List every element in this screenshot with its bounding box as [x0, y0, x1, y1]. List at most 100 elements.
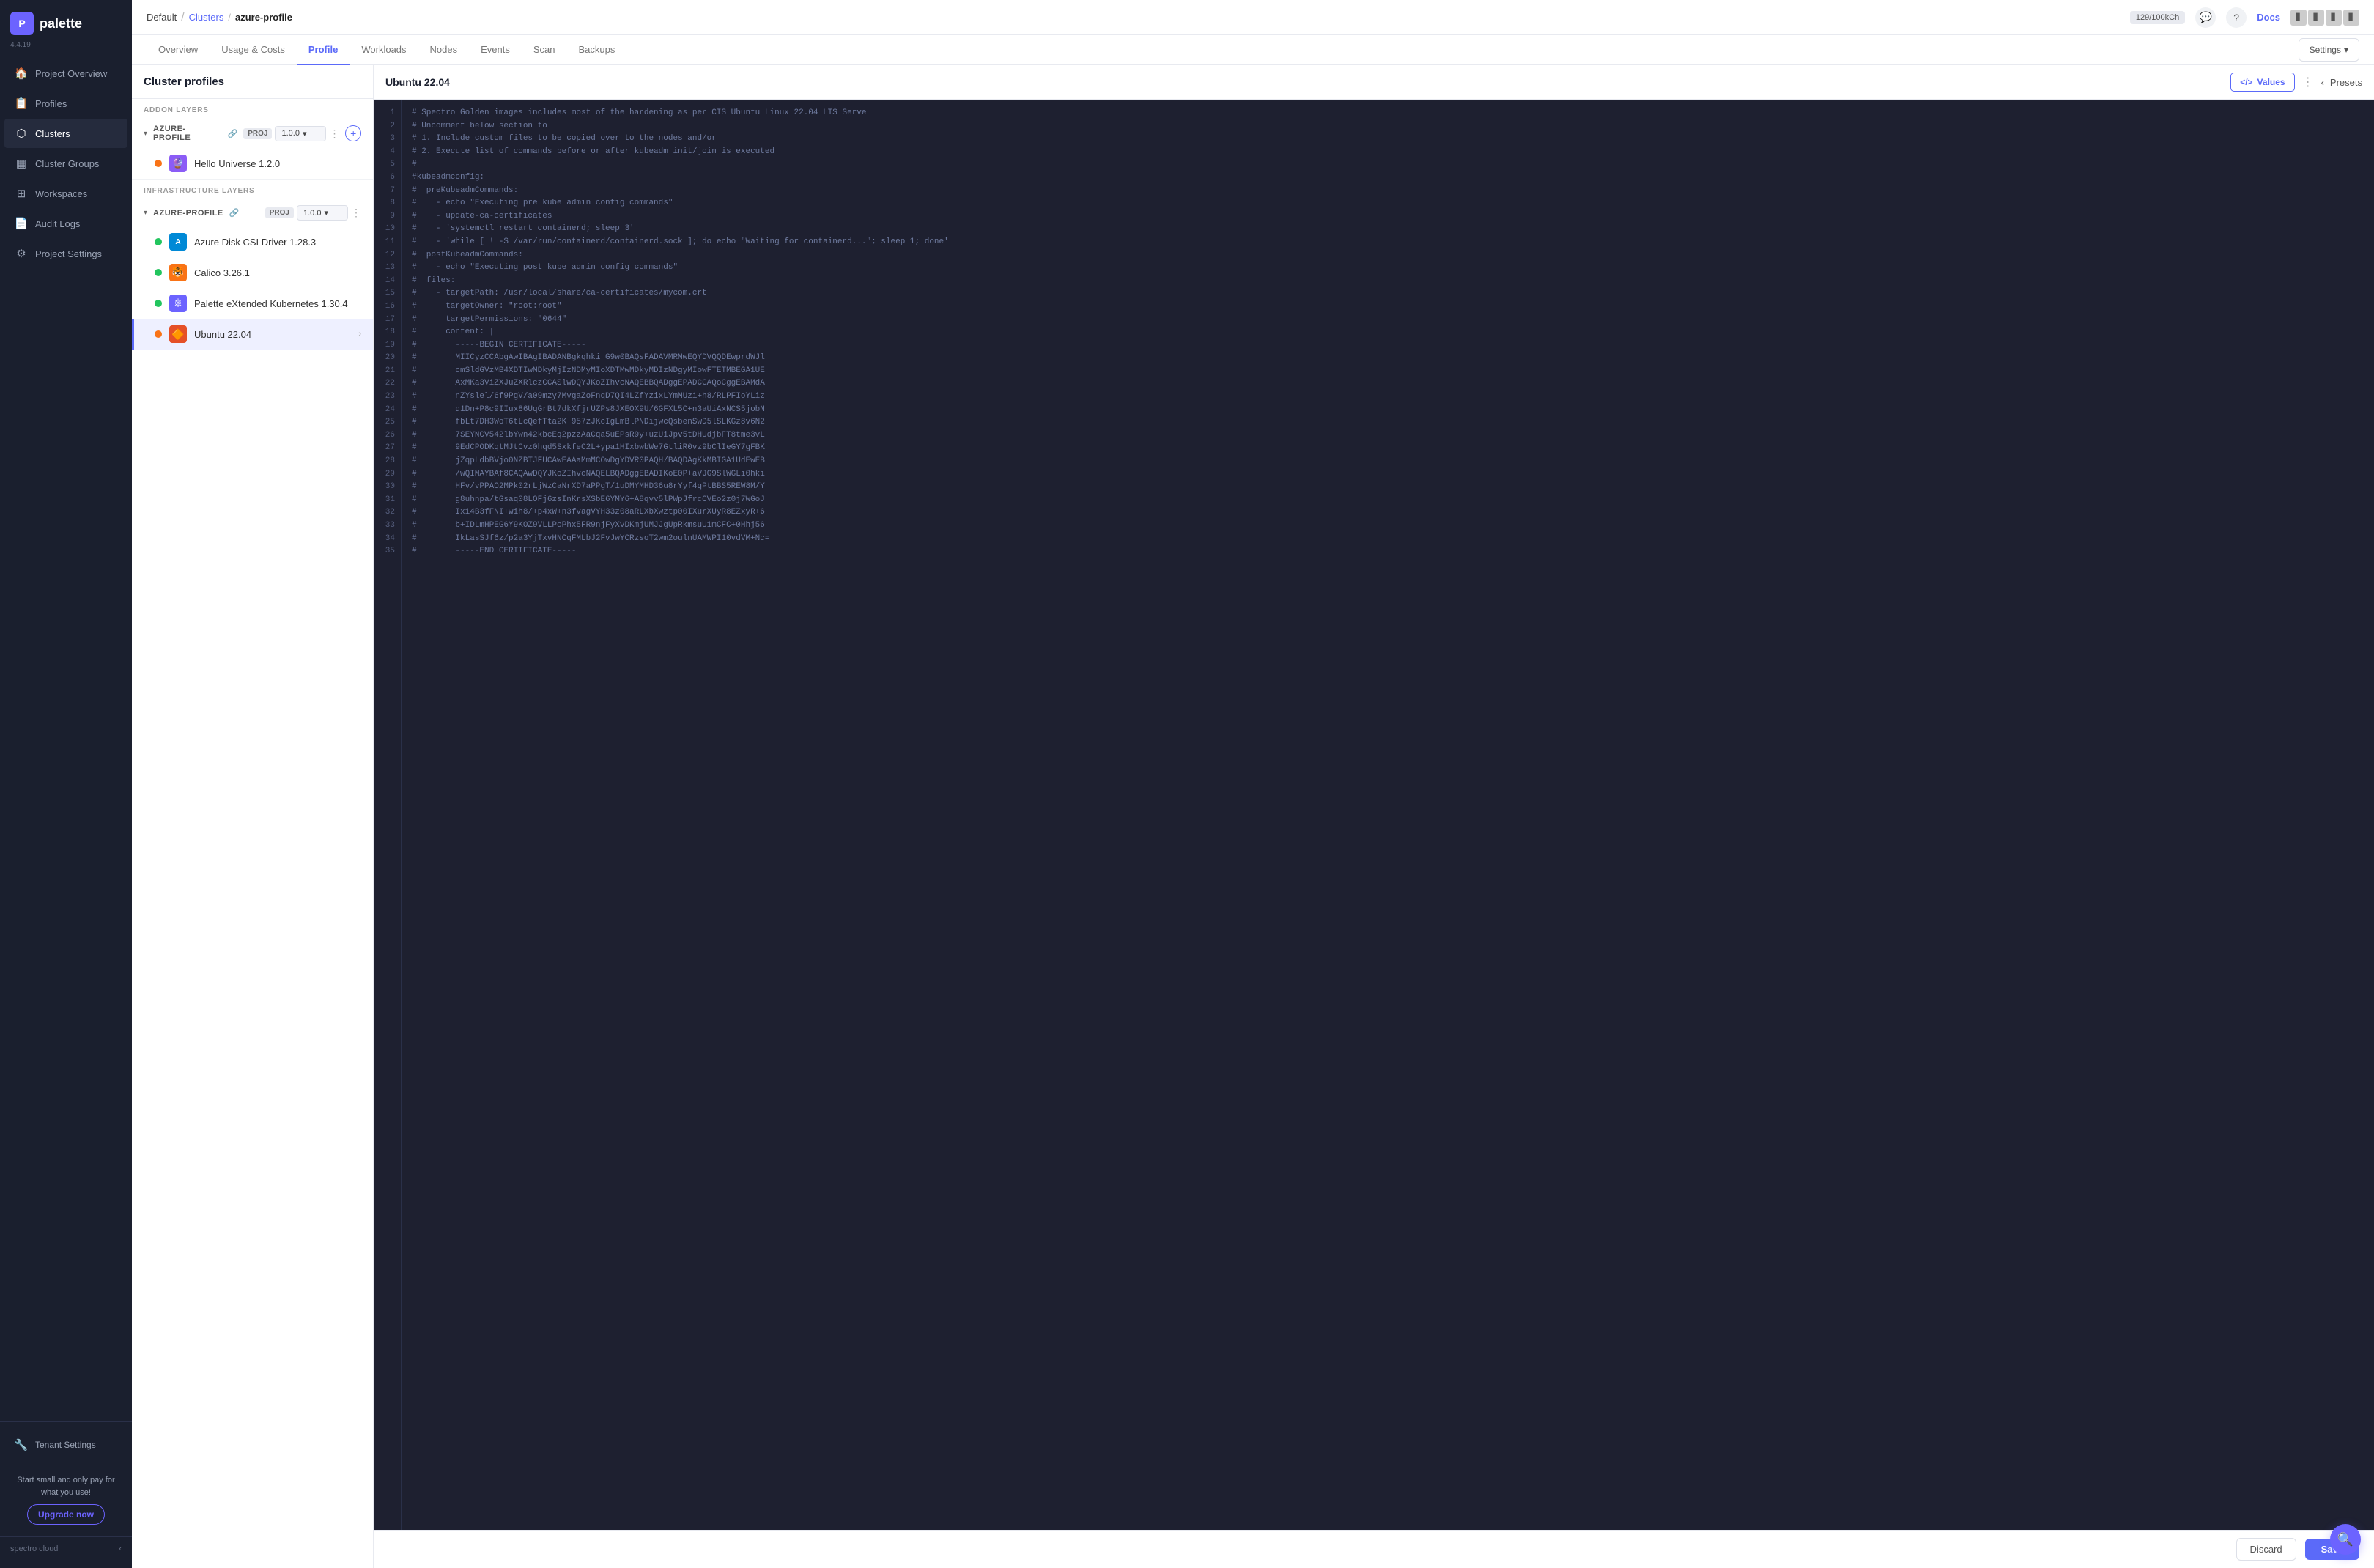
infra-version-chevron-icon: ▾: [324, 208, 328, 218]
avatar-3: ▊: [2326, 10, 2342, 26]
tab-workloads[interactable]: Workloads: [350, 35, 418, 65]
presets-label: Presets: [2330, 77, 2362, 88]
infra-chevron-icon[interactable]: ▾: [144, 209, 147, 217]
addon-chevron-icon[interactable]: ▾: [144, 130, 147, 138]
layer-ubuntu[interactable]: 🔶 Ubuntu 22.04 ›: [132, 319, 373, 350]
addon-profile-name: AZURE-PROFILE: [153, 125, 222, 142]
infra-profile-header: ▾ AZURE-PROFILE 🔗 PROJ 1.0.0 ▾ ⋮: [132, 199, 373, 226]
brand-text: spectro cloud: [10, 1545, 58, 1553]
sidebar-item-project-settings[interactable]: ⚙ Project Settings: [4, 239, 127, 268]
app-version: 4.4.19: [0, 41, 132, 58]
topbar-left: Default / Clusters / azure-profile: [147, 11, 2124, 24]
avatar-4: ▊: [2343, 10, 2359, 26]
sidebar-item-workspaces[interactable]: ⊞ Workspaces: [4, 179, 127, 208]
add-layer-button[interactable]: +: [345, 125, 361, 141]
upgrade-button[interactable]: Upgrade now: [27, 1504, 105, 1525]
layer-calico[interactable]: 🐯 Calico 3.26.1: [132, 257, 373, 288]
cluster-groups-icon: ▦: [15, 157, 28, 170]
code-icon: </>: [2240, 77, 2252, 87]
dot-palette-k8s: [155, 300, 162, 307]
sidebar-item-audit-logs[interactable]: 📄 Audit Logs: [4, 209, 127, 238]
tenant-settings-icon: 🔧: [15, 1438, 28, 1451]
avatar-1: ▊: [2290, 10, 2307, 26]
sidebar-item-project-overview[interactable]: 🏠 Project Overview: [4, 59, 127, 88]
layer-hello-universe[interactable]: 🔮 Hello Universe 1.2.0: [132, 148, 373, 179]
docs-link[interactable]: Docs: [2257, 12, 2280, 23]
tab-backups[interactable]: Backups: [567, 35, 627, 65]
workspaces-icon: ⊞: [15, 187, 28, 200]
code-content[interactable]: # Spectro Golden images includes most of…: [402, 100, 2374, 1530]
dot-azure-disk: [155, 238, 162, 245]
dot-ubuntu: [155, 330, 162, 338]
icon-hello-universe: 🔮: [169, 155, 187, 172]
addon-link-icon[interactable]: 🔗: [228, 129, 238, 138]
tab-scan[interactable]: Scan: [522, 35, 567, 65]
breadcrumb-current: azure-profile: [235, 12, 292, 23]
discard-button[interactable]: Discard: [2236, 1538, 2296, 1561]
settings-dropdown[interactable]: Settings ▾: [2299, 38, 2359, 62]
tab-nodes[interactable]: Nodes: [418, 35, 470, 65]
breadcrumb-sep-2: /: [228, 12, 231, 23]
help-icon-btn[interactable]: ?: [2226, 7, 2247, 28]
sidebar-item-label: Profiles: [35, 98, 67, 109]
icon-calico: 🐯: [169, 264, 187, 281]
addon-more-icon[interactable]: ⋮: [329, 127, 339, 140]
sidebar-item-label: Project Overview: [35, 68, 107, 79]
search-fab-button[interactable]: 🔍: [2330, 1524, 2361, 1555]
editor-body: 1234567891011121314151617181920212223242…: [374, 100, 2374, 1530]
addon-version-select[interactable]: 1.0.0 ▾: [275, 126, 326, 141]
sidebar-item-clusters[interactable]: ⬡ Clusters: [4, 119, 127, 148]
code-editor[interactable]: 1234567891011121314151617181920212223242…: [374, 100, 2374, 1530]
tab-events[interactable]: Events: [469, 35, 522, 65]
addon-proj-badge: PROJ: [243, 128, 272, 139]
sidebar-item-label: Cluster Groups: [35, 158, 99, 169]
upgrade-text: Start small and only pay for what you us…: [17, 1476, 114, 1497]
sidebar: P palette 4.4.19 🏠 Project Overview 📋 Pr…: [0, 0, 132, 1568]
project-overview-icon: 🏠: [15, 67, 28, 80]
presets-toggle[interactable]: ‹ Presets: [2321, 77, 2362, 88]
infra-version-value: 1.0.0: [303, 209, 321, 218]
addon-profile-group: ▾ AZURE-PROFILE 🔗 PROJ 1.0.0 ▾ ⋮ +: [132, 119, 373, 180]
infra-profile-group: ▾ AZURE-PROFILE 🔗 PROJ 1.0.0 ▾ ⋮ A: [132, 199, 373, 350]
sidebar-collapse[interactable]: spectro cloud ‹: [0, 1536, 132, 1561]
dot-hello-universe: [155, 160, 162, 167]
editor-more-icon[interactable]: ⋮: [2302, 75, 2314, 89]
sidebar-item-label: Audit Logs: [35, 218, 80, 229]
sidebar-item-label: Project Settings: [35, 248, 102, 259]
line-numbers: 1234567891011121314151617181920212223242…: [374, 100, 402, 1530]
values-button[interactable]: </> Values: [2230, 73, 2294, 92]
sidebar-item-profiles[interactable]: 📋 Profiles: [4, 89, 127, 118]
main-content: Default / Clusters / azure-profile 129/1…: [132, 0, 2374, 1568]
infra-link-icon[interactable]: 🔗: [229, 208, 240, 218]
sidebar-item-cluster-groups[interactable]: ▦ Cluster Groups: [4, 149, 127, 178]
breadcrumb-sep-1: /: [181, 11, 184, 24]
infra-more-icon[interactable]: ⋮: [351, 207, 361, 219]
chat-icon-btn[interactable]: 💬: [2195, 7, 2216, 28]
infra-version-select[interactable]: 1.0.0 ▾: [297, 205, 348, 221]
dot-calico: [155, 269, 162, 276]
icon-palette-k8s: ⎈: [169, 295, 187, 312]
addon-version-group: PROJ 1.0.0 ▾ ⋮: [243, 126, 339, 141]
topbar-right: 129/100kCh 💬 ? Docs ▊ ▊ ▊ ▊: [2130, 7, 2359, 28]
content-area: Cluster profiles ADDON LAYERS ▾ AZURE-PR…: [132, 65, 2374, 1568]
layer-name-azure-disk: Azure Disk CSI Driver 1.28.3: [194, 237, 361, 248]
sidebar-item-tenant-settings[interactable]: 🔧 Tenant Settings: [4, 1430, 127, 1460]
tab-profile[interactable]: Profile: [297, 35, 350, 65]
environment-selector[interactable]: Default: [147, 12, 177, 23]
addon-layers-label: ADDON LAYERS: [132, 99, 373, 119]
version-chevron-icon: ▾: [303, 129, 307, 138]
breadcrumb-clusters[interactable]: Clusters: [189, 12, 224, 23]
infra-profile-name: AZURE-PROFILE: [153, 209, 223, 218]
tab-overview[interactable]: Overview: [147, 35, 210, 65]
layer-azure-disk-csi[interactable]: A Azure Disk CSI Driver 1.28.3: [132, 226, 373, 257]
addon-profile-header: ▾ AZURE-PROFILE 🔗 PROJ 1.0.0 ▾ ⋮ +: [132, 119, 373, 148]
logo-text: palette: [40, 16, 82, 32]
editor-file-title: Ubuntu 22.04: [385, 76, 2223, 88]
logo-icon: P: [10, 12, 34, 35]
layer-palette-k8s[interactable]: ⎈ Palette eXtended Kubernetes 1.30.4: [132, 288, 373, 319]
left-panel: Cluster profiles ADDON LAYERS ▾ AZURE-PR…: [132, 65, 374, 1568]
clusters-icon: ⬡: [15, 127, 28, 140]
audit-logs-icon: 📄: [15, 217, 28, 230]
values-btn-label: Values: [2257, 77, 2285, 87]
tab-usage-costs[interactable]: Usage & Costs: [210, 35, 297, 65]
